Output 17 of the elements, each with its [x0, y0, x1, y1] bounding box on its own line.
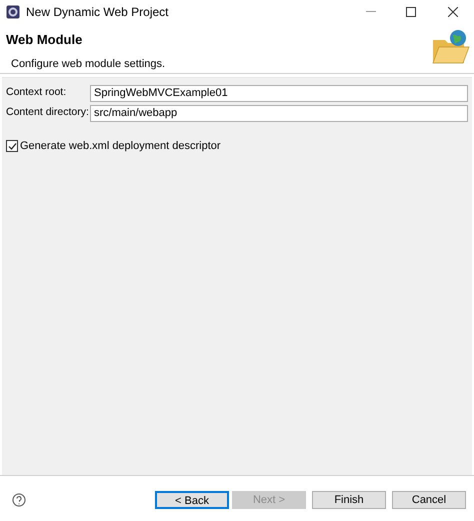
field-label: Context root: [6, 85, 68, 100]
dialog-button[interactable]: < Back [155, 491, 229, 509]
dialog-button[interactable]: Finish [312, 491, 386, 509]
window-title: New Dynamic Web Project [26, 4, 168, 21]
page-title: Web Module [6, 31, 84, 49]
page-description: Configure web module settings. [10, 56, 166, 72]
help-icon[interactable] [12, 493, 26, 507]
checkbox-label: Generate web.xml deployment descriptor [20, 139, 221, 154]
dialog-button[interactable]: Cancel [392, 491, 466, 509]
minimize-icon[interactable] [366, 11, 376, 13]
eclipse-app-icon [6, 5, 20, 19]
close-icon[interactable] [448, 7, 458, 17]
field-label: Content directory: [6, 105, 90, 120]
text-field[interactable]: src/main/webapp [90, 104, 468, 122]
checkbox[interactable] [6, 140, 18, 152]
text-field[interactable]: SpringWebMVCExample01 [90, 84, 468, 102]
maximize-icon[interactable] [406, 7, 416, 17]
